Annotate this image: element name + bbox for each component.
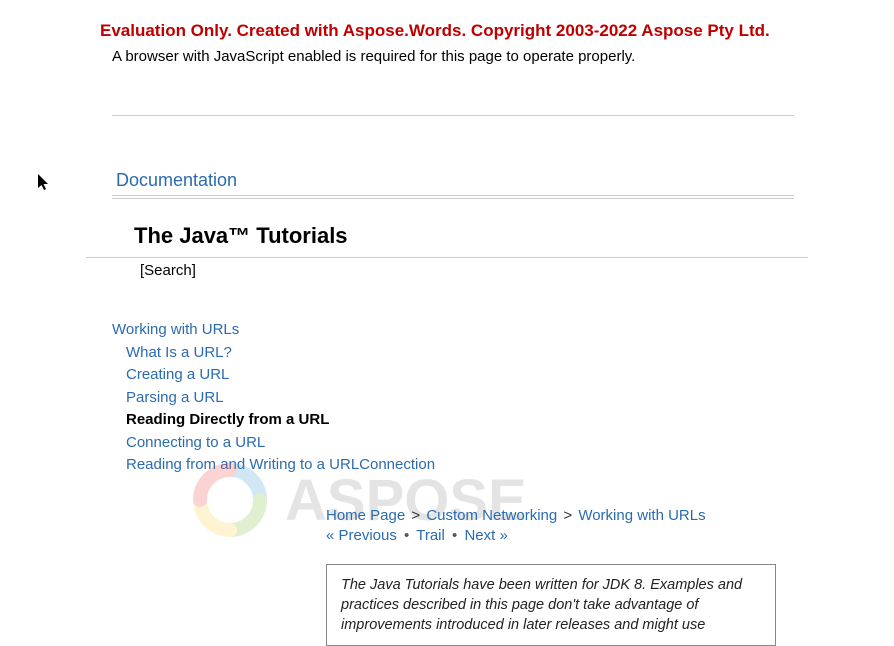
pager-next[interactable]: Next » [464, 527, 507, 544]
breadcrumb-working-with-urls[interactable]: Working with URLs [578, 507, 705, 524]
breadcrumb-custom-networking[interactable]: Custom Networking [426, 507, 557, 524]
jdk8-note-box: The Java Tutorials have been written for… [326, 564, 776, 646]
nav-item-connecting-to-a-url[interactable]: Connecting to a URL [126, 434, 265, 451]
breadcrumb-sep: > [411, 507, 420, 524]
breadcrumb-home[interactable]: Home Page [326, 507, 405, 524]
documentation-link[interactable]: Documentation [112, 166, 794, 195]
nav-item-what-is-a-url[interactable]: What Is a URL? [126, 344, 232, 361]
divider [86, 257, 808, 258]
breadcrumb: Home Page > Custom Networking > Working … [326, 507, 794, 524]
evaluation-banner: Evaluation Only. Created with Aspose.Wor… [100, 20, 794, 42]
page-title: The Java™ Tutorials [134, 223, 794, 249]
pager-dot: • [404, 527, 409, 544]
search-label[interactable]: [Search] [140, 262, 794, 279]
nav-section-working-with-urls[interactable]: Working with URLs [112, 321, 239, 338]
pager-dot: • [452, 527, 457, 544]
nav-item-parsing-a-url[interactable]: Parsing a URL [126, 389, 224, 406]
nav-item-creating-a-url[interactable]: Creating a URL [126, 366, 229, 383]
breadcrumb-sep: > [563, 507, 572, 524]
pager: « Previous • Trail • Next » [326, 527, 794, 544]
nav-item-reading-directly-current: Reading Directly from a URL [126, 409, 794, 432]
divider [112, 198, 794, 199]
js-required-warning: A browser with JavaScript enabled is req… [112, 48, 794, 65]
sidebar-nav: Working with URLs What Is a URL? Creatin… [112, 319, 794, 477]
pager-trail[interactable]: Trail [416, 527, 445, 544]
nav-item-reading-writing-urlconnection[interactable]: Reading from and Writing to a URLConnect… [126, 456, 435, 473]
pager-previous[interactable]: « Previous [326, 527, 397, 544]
